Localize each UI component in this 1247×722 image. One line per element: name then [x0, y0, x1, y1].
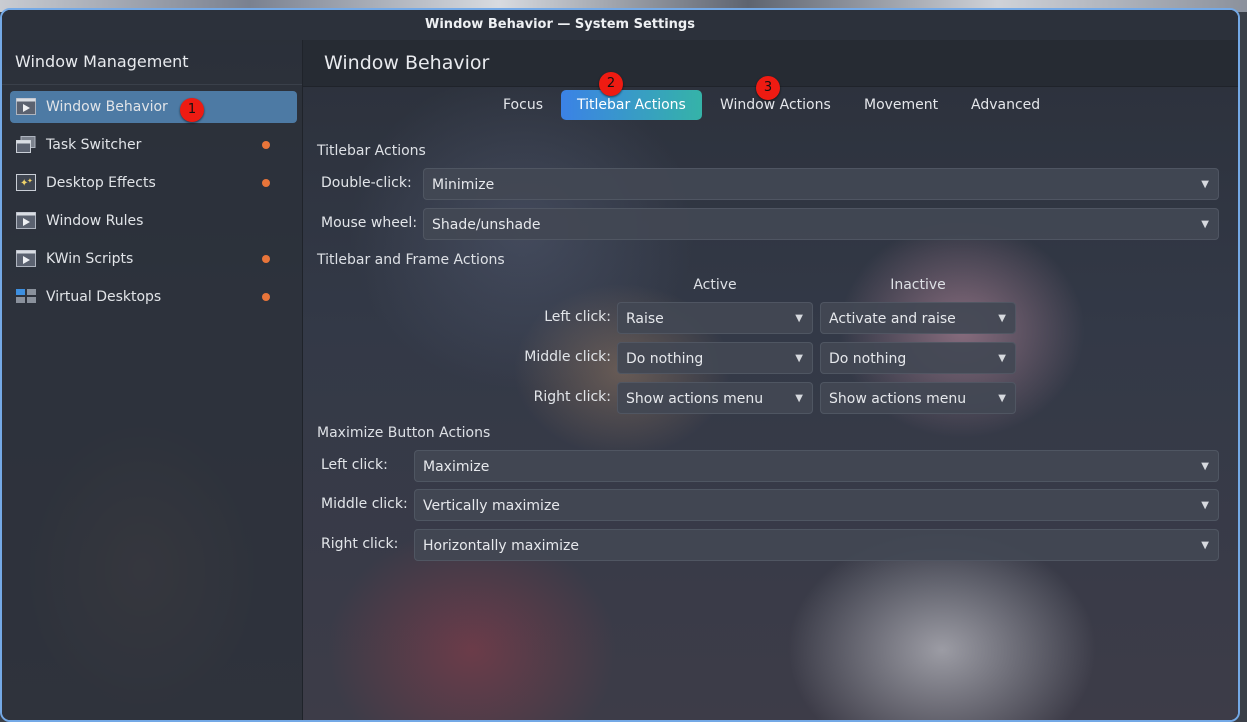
sidebar-header: Window Management — [2, 40, 302, 85]
annotation-marker-2: 2 — [599, 72, 623, 96]
sidebar-item-window-behavior[interactable]: Window Behavior — [10, 91, 297, 123]
chevron-down-icon: ▼ — [998, 393, 1006, 404]
maximize-middle-click-combo[interactable]: Vertically maximize ▼ — [414, 489, 1219, 521]
frame-right-click-label: Right click: — [533, 389, 611, 405]
maximize-left-click-combo[interactable]: Maximize ▼ — [414, 450, 1219, 482]
content-area: Window Behavior Focus Titlebar Actions W… — [303, 40, 1238, 720]
section-titlebar-actions: Titlebar Actions — [317, 143, 426, 159]
sidebar-item-label: Virtual Desktops — [46, 289, 162, 305]
section-frame-actions: Titlebar and Frame Actions — [317, 252, 505, 268]
chevron-down-icon: ▼ — [998, 353, 1006, 364]
column-header-active: Active — [693, 277, 737, 293]
tab-advanced[interactable]: Advanced — [955, 90, 1056, 120]
frame-middle-click-inactive-combo[interactable]: Do nothing ▼ — [820, 342, 1016, 374]
annotation-marker-1: 1 — [180, 98, 204, 122]
combo-value: Show actions menu — [626, 391, 764, 407]
modified-indicator — [262, 179, 270, 187]
desktop-effects-icon: ✦ ✦ — [16, 174, 36, 191]
double-click-combo[interactable]: Minimize ▼ — [423, 168, 1219, 200]
chevron-down-icon: ▼ — [1201, 219, 1209, 230]
virtual-desktops-icon — [16, 289, 36, 303]
section-maximize-actions: Maximize Button Actions — [317, 425, 491, 441]
sidebar: Window Management Window Behavior Task S… — [2, 40, 303, 720]
double-click-label: Double-click: — [321, 175, 412, 191]
modified-indicator — [262, 255, 270, 263]
maximize-left-click-label: Left click: — [321, 457, 388, 473]
maximize-middle-click-label: Middle click: — [321, 496, 408, 512]
sidebar-item-kwin-scripts[interactable]: KWin Scripts — [10, 243, 297, 275]
chevron-down-icon: ▼ — [795, 393, 803, 404]
frame-right-click-inactive-combo[interactable]: Show actions menu ▼ — [820, 382, 1016, 414]
combo-value: Vertically maximize — [423, 498, 560, 514]
svg-text:✦: ✦ — [27, 177, 33, 185]
combo-value: Raise — [626, 311, 664, 327]
combo-value: Shade/unshade — [432, 217, 541, 233]
window-title: Window Behavior — System Settings — [425, 17, 695, 32]
combo-value: Horizontally maximize — [423, 538, 579, 554]
sidebar-item-label: Task Switcher — [46, 137, 142, 153]
frame-middle-click-active-combo[interactable]: Do nothing ▼ — [617, 342, 813, 374]
window-rules-icon — [16, 212, 36, 229]
sidebar-item-label: Window Behavior — [46, 99, 168, 115]
column-header-inactive: Inactive — [890, 277, 946, 293]
mouse-wheel-label: Mouse wheel: — [321, 215, 418, 231]
combo-value: Show actions menu — [829, 391, 967, 407]
frame-middle-click-label: Middle click: — [524, 349, 611, 365]
sidebar-item-desktop-effects[interactable]: ✦ ✦ Desktop Effects — [10, 167, 297, 199]
combo-value: Maximize — [423, 459, 490, 475]
chevron-down-icon: ▼ — [1201, 500, 1209, 511]
frame-left-click-active-combo[interactable]: Raise ▼ — [617, 302, 813, 334]
window-behavior-icon — [16, 98, 36, 115]
frame-left-click-inactive-combo[interactable]: Activate and raise ▼ — [820, 302, 1016, 334]
maximize-right-click-combo[interactable]: Horizontally maximize ▼ — [414, 529, 1219, 561]
chevron-down-icon: ▼ — [795, 313, 803, 324]
modified-indicator — [262, 293, 270, 301]
tab-movement[interactable]: Movement — [848, 90, 954, 120]
chevron-down-icon: ▼ — [1201, 540, 1209, 551]
maximize-right-click-label: Right click: — [321, 536, 399, 552]
chevron-down-icon: ▼ — [1201, 179, 1209, 190]
chevron-down-icon: ▼ — [1201, 461, 1209, 472]
combo-value: Do nothing — [829, 351, 907, 367]
sidebar-item-virtual-desktops[interactable]: Virtual Desktops — [10, 281, 297, 313]
annotation-marker-3: 3 — [756, 76, 780, 100]
chevron-down-icon: ▼ — [795, 353, 803, 364]
mouse-wheel-combo[interactable]: Shade/unshade ▼ — [423, 208, 1219, 240]
sidebar-item-label: Window Rules — [46, 213, 144, 229]
sidebar-item-task-switcher[interactable]: Task Switcher — [10, 129, 297, 161]
tab-focus[interactable]: Focus — [487, 90, 559, 120]
combo-value: Minimize — [432, 177, 495, 193]
combo-value: Activate and raise — [829, 311, 956, 327]
tab-titlebar-actions[interactable]: Titlebar Actions — [561, 90, 702, 120]
task-switcher-icon — [16, 136, 36, 153]
chevron-down-icon: ▼ — [998, 313, 1006, 324]
frame-right-click-active-combo[interactable]: Show actions menu ▼ — [617, 382, 813, 414]
sidebar-item-label: KWin Scripts — [46, 251, 134, 267]
modified-indicator — [262, 141, 270, 149]
window-titlebar[interactable]: Window Behavior — System Settings — [2, 10, 1238, 40]
combo-value: Do nothing — [626, 351, 704, 367]
sidebar-item-window-rules[interactable]: Window Rules — [10, 205, 297, 237]
sidebar-item-label: Desktop Effects — [46, 175, 156, 191]
frame-left-click-label: Left click: — [544, 309, 611, 325]
kwin-scripts-icon — [16, 250, 36, 267]
